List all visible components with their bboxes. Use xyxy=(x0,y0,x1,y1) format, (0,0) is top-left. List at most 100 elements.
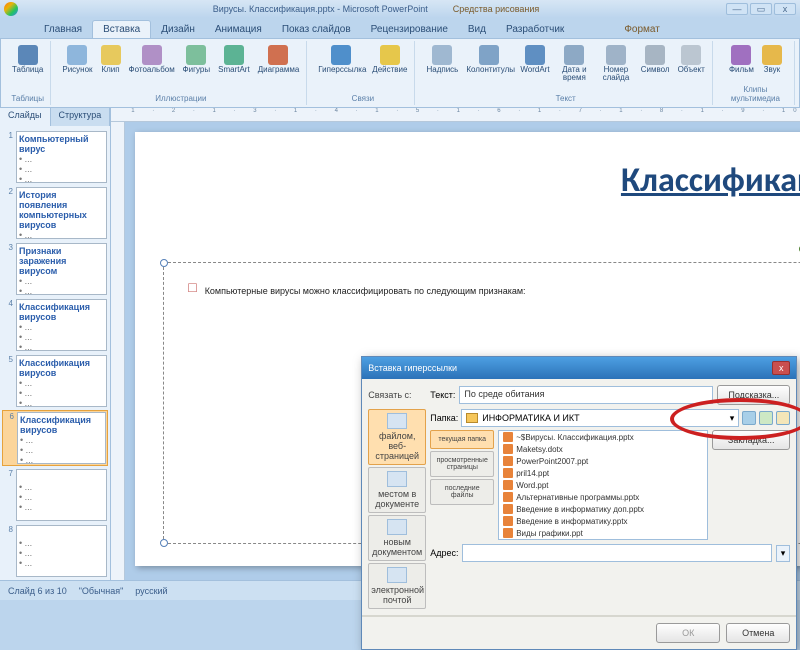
address-field[interactable] xyxy=(462,544,771,562)
ribbon-icon xyxy=(681,45,701,65)
file-item[interactable]: Word.ppt xyxy=(499,479,707,491)
ribbon-label: Звук xyxy=(764,66,780,74)
ribbon-label: Объект xyxy=(678,66,705,74)
ribbon-label: Гиперссылка xyxy=(318,66,364,74)
status-theme: "Обычная" xyxy=(79,586,124,596)
ribbon-Гиперссылка[interactable]: Гиперссылка xyxy=(315,43,367,76)
ribbon-label: Фильм xyxy=(729,66,754,74)
ribbon-label: Фотоальбом xyxy=(129,66,175,74)
tab-format[interactable]: Формат xyxy=(614,21,670,38)
tab-slideshow[interactable]: Показ слайдов xyxy=(272,21,361,38)
ribbon-Клип[interactable]: Клип xyxy=(98,43,124,76)
ruler-vertical xyxy=(111,122,125,580)
slide-thumbnail[interactable]: 8• ...• ...• ... xyxy=(2,524,108,578)
tab-view[interactable]: Вид xyxy=(458,21,496,38)
ribbon-Фильм[interactable]: Фильм xyxy=(726,43,757,76)
address-dropdown[interactable]: ▾ xyxy=(776,545,791,562)
ribbon-label: SmartArt xyxy=(218,66,250,74)
file-item[interactable]: Виды графики.ppt xyxy=(499,527,707,539)
ribbon-icon xyxy=(18,45,38,65)
panel-tab-slides[interactable]: Слайды xyxy=(0,108,51,126)
ok-button[interactable]: ОК xyxy=(656,623,720,643)
ribbon-SmartArt[interactable]: SmartArt xyxy=(215,43,253,76)
link-with-label: Связать с: xyxy=(368,390,426,400)
link-to-file-web[interactable]: файлом, веб-страницей xyxy=(368,409,426,465)
link-to-new-doc[interactable]: новым документом xyxy=(368,515,426,561)
restore-button[interactable]: ▭ xyxy=(750,3,772,15)
display-text-label: Текст: xyxy=(430,390,455,400)
title-bar: Вирусы. Классификация.pptx - Microsoft P… xyxy=(0,0,800,18)
ribbon-icon xyxy=(186,45,206,65)
tab-animation[interactable]: Анимация xyxy=(205,21,272,38)
ribbon-label: Колонтитулы xyxy=(466,66,512,74)
file-list[interactable]: ~$Вирусы. Классификация.pptxMaketsy.dotx… xyxy=(498,430,708,540)
dialog-titlebar[interactable]: Вставка гиперссылки x xyxy=(362,357,796,379)
ribbon-Рисунок[interactable]: Рисунок xyxy=(59,43,95,76)
ribbon-icon xyxy=(380,45,400,65)
tab-developer[interactable]: Разработчик xyxy=(496,21,574,38)
ribbon-Символ[interactable]: Символ xyxy=(638,43,673,76)
nav-current-folder[interactable]: текущая папка xyxy=(430,430,494,449)
ribbon-group-label: Иллюстрации xyxy=(155,94,206,103)
file-icon xyxy=(503,432,513,442)
file-item[interactable]: Введение в информатику доп.pptx xyxy=(499,503,707,515)
ribbon-Дата и время[interactable]: Дата и время xyxy=(555,43,595,85)
slide-thumbnail[interactable]: 6Классификация вирусов• ...• ...• ... xyxy=(2,410,108,466)
tab-home[interactable]: Главная xyxy=(34,21,92,38)
slide-thumbnail[interactable]: 7• ...• ...• ... xyxy=(2,468,108,522)
link-to-place[interactable]: местом в документе xyxy=(368,467,426,513)
ribbon-Диаграмма[interactable]: Диаграмма xyxy=(255,43,303,76)
resize-handle[interactable] xyxy=(160,539,168,547)
tab-design[interactable]: Дизайн xyxy=(151,21,205,38)
slide-thumbnail[interactable]: 3Признаки заражения вирусом• ...• ...• .… xyxy=(2,242,108,296)
file-item[interactable]: Вирусы. Классификация.pptx xyxy=(499,539,707,540)
ribbon-Объект[interactable]: Объект xyxy=(675,43,708,76)
ribbon-Надпись[interactable]: Надпись xyxy=(423,43,461,76)
file-icon xyxy=(503,456,513,466)
ribbon-label: Таблица xyxy=(12,66,43,74)
link-to-email[interactable]: электронной почтой xyxy=(368,563,426,609)
tab-review[interactable]: Рецензирование xyxy=(361,21,458,38)
ribbon-label: Надпись xyxy=(426,66,458,74)
nav-recent-files[interactable]: последние файлы xyxy=(430,479,494,505)
ribbon-label: Фигуры xyxy=(183,66,211,74)
slide-thumbnail[interactable]: 4Классификация вирусов• ...• ...• ... xyxy=(2,298,108,352)
file-icon xyxy=(503,528,513,538)
panel-tab-outline[interactable]: Структура xyxy=(51,108,111,126)
minimize-button[interactable]: — xyxy=(726,3,748,15)
office-button[interactable] xyxy=(4,2,18,16)
nav-browsed-pages[interactable]: просмотренные страницы xyxy=(430,451,494,477)
display-text-field[interactable]: По среде обитания xyxy=(459,386,713,404)
tab-insert[interactable]: Вставка xyxy=(92,20,151,38)
file-item[interactable]: ~$Вирусы. Классификация.pptx xyxy=(499,431,707,443)
ribbon-label: Символ xyxy=(641,66,670,74)
ribbon-group-label: Текст xyxy=(556,94,576,103)
close-button[interactable]: x xyxy=(774,3,796,15)
ribbon-Действие[interactable]: Действие xyxy=(369,43,410,76)
ribbon-Колонтитулы[interactable]: Колонтитулы xyxy=(463,43,515,76)
cancel-button[interactable]: Отмена xyxy=(726,623,790,643)
ribbon-Таблица[interactable]: Таблица xyxy=(9,43,46,76)
ribbon-icon xyxy=(645,45,665,65)
ribbon-Номер слайда[interactable]: Номер слайда xyxy=(596,43,636,85)
ribbon-Фотоальбом[interactable]: Фотоальбом xyxy=(126,43,178,76)
annotation-oval xyxy=(670,398,800,440)
ribbon-Фигуры[interactable]: Фигуры xyxy=(180,43,214,76)
dialog-close-button[interactable]: x xyxy=(772,361,790,375)
file-item[interactable]: pril14.ppt xyxy=(499,467,707,479)
file-item[interactable]: Введение в информатику.pptx xyxy=(499,515,707,527)
ruler-horizontal: 1 · 2 · 1 · 3 · 1 · 4 · 1 · 5 · 1 · 6 · … xyxy=(111,108,800,122)
file-item[interactable]: Альтернативные программы.pptx xyxy=(499,491,707,503)
ribbon-icon xyxy=(101,45,121,65)
slide-thumbnail[interactable]: 1Компьютерный вирус• ...• ...• ... xyxy=(2,130,108,184)
file-item[interactable]: PowerPoint2007.ppt xyxy=(499,455,707,467)
slide-thumbnail[interactable]: 5Классификация вирусов• ...• ...• ... xyxy=(2,354,108,408)
ribbon-WordArt[interactable]: WordArt xyxy=(517,43,552,76)
file-item[interactable]: Maketsy.dotx xyxy=(499,443,707,455)
ribbon-Звук[interactable]: Звук xyxy=(759,43,785,76)
slide-thumbnails: 1Компьютерный вирус• ...• ...• ...2Истор… xyxy=(0,126,110,580)
slide-thumbnail[interactable]: 2История появления компьютерных вирусов•… xyxy=(2,186,108,240)
body-text: □Компьютерные вирусы можно классифициров… xyxy=(164,263,800,310)
status-language[interactable]: русский xyxy=(135,586,167,596)
ribbon-tabs: Главная Вставка Дизайн Анимация Показ сл… xyxy=(0,18,800,38)
